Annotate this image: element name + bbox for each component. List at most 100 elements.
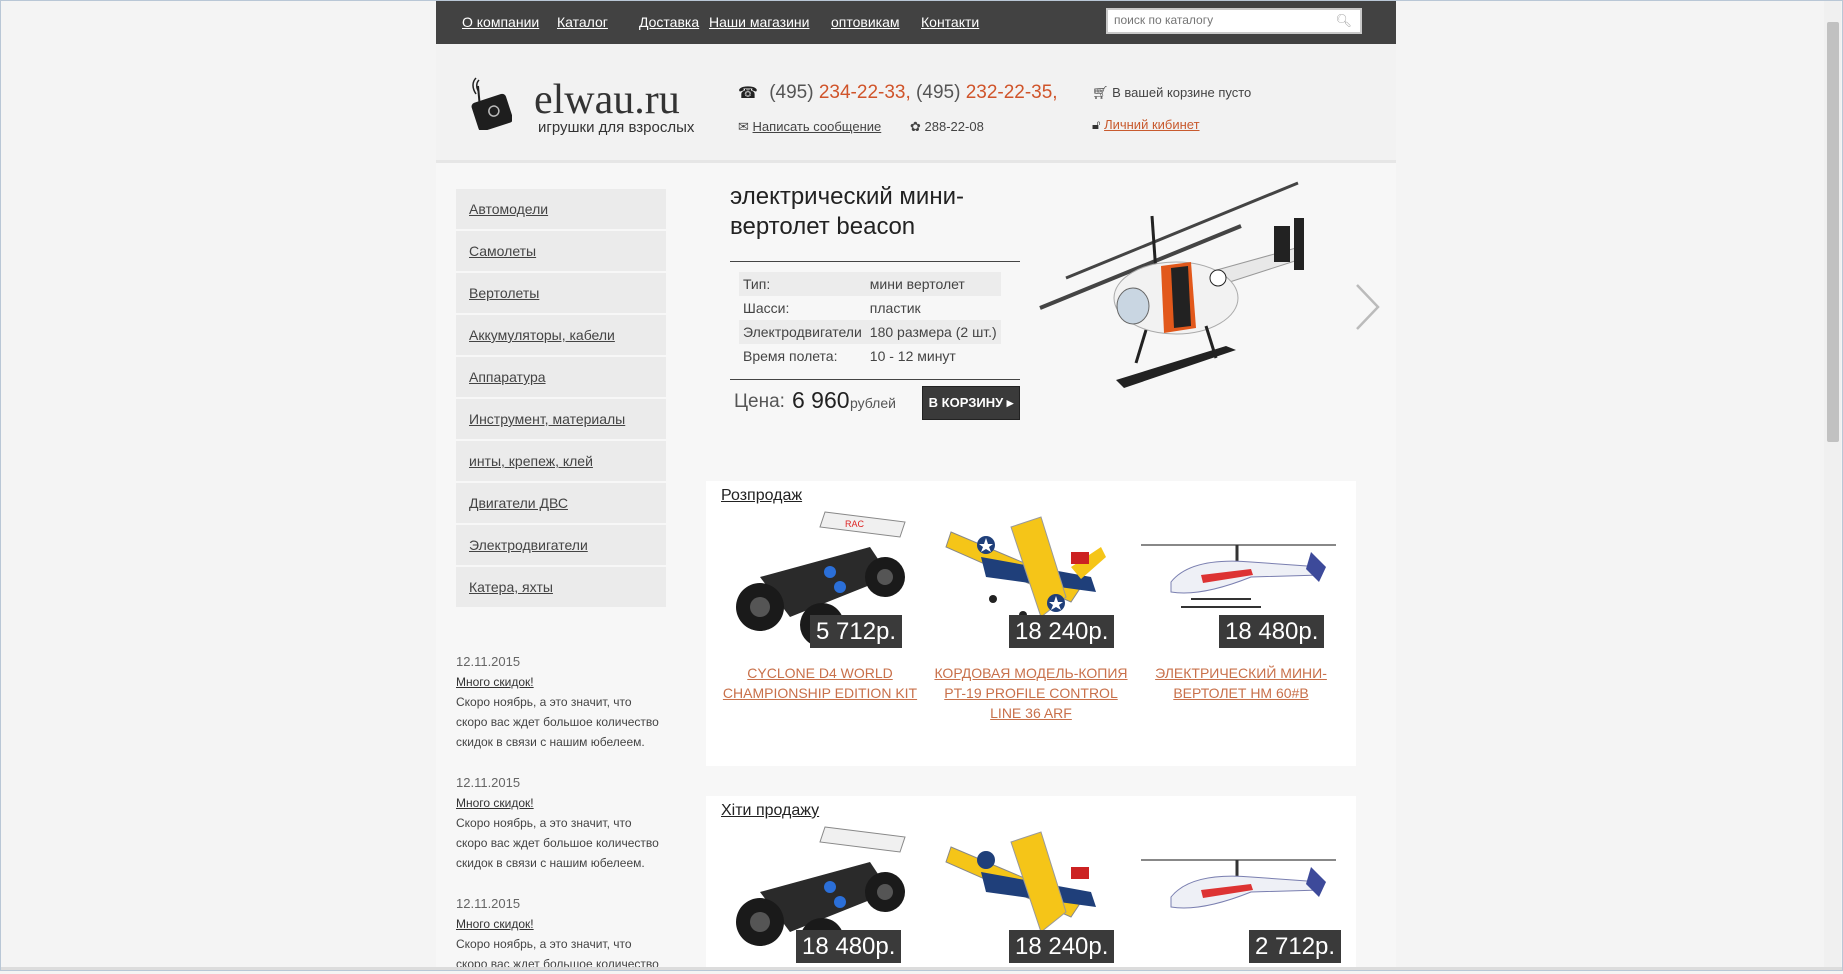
cart-text: В вашей корзине пусто [1112, 85, 1252, 100]
news-date: 12.11.2015 [456, 896, 521, 911]
sidebar-item-label[interactable]: Вертолеты [469, 285, 539, 301]
news-title-link[interactable]: Много скидок! [456, 917, 534, 931]
news-date: 12.11.2015 [456, 775, 521, 790]
sidebar-item-equipment[interactable]: Аппаратура [456, 357, 666, 397]
product-card[interactable]: 18 240р. КОРДОВАЯ МОДЕЛЬ-КОПИЯ PT-19 PRO… [931, 507, 1131, 757]
nav-link-stores[interactable]: Наши магазини [709, 14, 809, 30]
product-card[interactable]: 18 240р. [931, 822, 1131, 972]
logo-icon[interactable] [466, 72, 512, 130]
news-title-link[interactable]: Много скидок! [456, 796, 534, 810]
icq-number: 288-22-08 [924, 119, 984, 134]
price-badge: 18 240р. [1009, 615, 1115, 648]
wing-decal: RAC [845, 519, 865, 529]
phone-code-2: (495) [916, 82, 961, 103]
spec-value: мини вертолет [865, 272, 1001, 296]
logo-subtitle: игрушки для взрослых [538, 119, 695, 136]
price-badge: 18 240р. [1009, 930, 1115, 963]
sidebar-item-engines[interactable]: Двигатели ДВС [456, 483, 666, 523]
sidebar-item-tools[interactable]: Инструмент, материалы [456, 399, 666, 439]
logo-text[interactable]: elwau.ru [534, 76, 680, 124]
price-badge: 2 712р. [1249, 930, 1342, 963]
scrollbar-thumb[interactable] [1827, 22, 1839, 442]
write-message-link[interactable]: Написать сообщение [753, 119, 882, 134]
product-card[interactable]: 18 480р. ЭЛЕКТРИЧЕСКИЙ МИНИ-ВЕРТОЛЕТ НМ … [1141, 507, 1341, 757]
nav-link-contacts[interactable]: Контакти [921, 14, 979, 30]
news-title-link[interactable]: Много скидок! [456, 675, 534, 689]
sidebar-item-boats[interactable]: Катера, яхты [456, 567, 666, 607]
sidebar-item-fasteners[interactable]: инты, крепеж, клей [456, 441, 666, 481]
sidebar-item-label[interactable]: Аккумуляторы, кабели [469, 327, 615, 343]
nav-link-catalog[interactable]: Каталог [557, 14, 608, 30]
sidebar-item-label[interactable]: Катера, яхты [469, 579, 553, 595]
price-badge: 18 480р. [796, 930, 902, 963]
add-to-cart-button[interactable]: В КОРЗИНУ ▸ [922, 386, 1020, 420]
featured-title[interactable]: электрический мини-вертолет beacon [730, 182, 1030, 242]
phone-number-1: 234-22-33, [818, 82, 911, 103]
nav-link-about[interactable]: О компании [462, 14, 539, 30]
nav-link-wholesale[interactable]: оптовикам [831, 14, 900, 30]
search-icon[interactable]: 🔍︎ [1335, 13, 1352, 29]
spec-row: Шасси: пластик [739, 296, 1001, 320]
price-value: 6 960 [792, 387, 850, 413]
hits-block: Хіти продажу 18 480р. 18 240р. 2 712р. [706, 796, 1356, 971]
product-card[interactable]: 18 480р. [720, 822, 920, 972]
spec-row: Электродвигатели 180 размера (2 шт.) [739, 320, 1001, 344]
top-nav: О компании Каталог Доставка Наши магазин… [436, 0, 1396, 44]
product-card[interactable]: RAC 5 712р. CYCLONE D4 WORLD CHAMPIONSHI… [720, 507, 920, 757]
news-text: Скоро ноябрь, а это значит, что скоро ва… [456, 816, 659, 870]
header: elwau.ru игрушки для взрослых ☎︎ (495) 2… [436, 44, 1396, 163]
spec-row: Время полета: 10 - 12 минут [739, 344, 1001, 368]
sidebar-item-label[interactable]: Самолеты [469, 243, 536, 259]
helicopter-image[interactable] [1036, 178, 1321, 403]
icq-flower-icon: ✿ [910, 119, 921, 134]
sidebar-item-helicopters[interactable]: Вертолеты [456, 273, 666, 313]
sidebar-item-batteries[interactable]: Аккумуляторы, кабели [456, 315, 666, 355]
cabinet-wrap: 🔓︎ Личний кибинет [1092, 117, 1200, 133]
product-name-link[interactable]: CYCLONE D4 WORLD CHAMPIONSHIP EDITION KI… [720, 663, 920, 703]
sale-title-link[interactable]: Розпродаж [721, 487, 802, 505]
phone-number-2: 232-22-35, [965, 82, 1058, 103]
page: О компании Каталог Доставка Наши магазин… [436, 0, 1396, 971]
news-item: 12.11.2015 Много скидок! Скоро ноябрь, а… [456, 652, 666, 752]
sidebar-item-label[interactable]: Двигатели ДВС [469, 495, 568, 511]
spec-key: Шасси: [743, 300, 790, 316]
cart-icon: 🛒︎ [1092, 85, 1109, 100]
spec-key: Время полета: [743, 348, 838, 364]
sidebar-item-label[interactable]: Инструмент, материалы [469, 411, 625, 427]
message-link-wrap: ✉︎ Написать сообщение [738, 119, 881, 135]
chevron-right-icon[interactable] [1352, 282, 1382, 332]
spec-key: Электродвигатели [739, 320, 866, 344]
sidebar-item-cars[interactable]: Автомодели [456, 189, 666, 229]
hits-title-link[interactable]: Хіти продажу [721, 802, 819, 820]
sidebar-item-label[interactable]: Автомодели [469, 201, 548, 217]
price-badge: 5 712р. [810, 615, 903, 648]
arrow-right-icon: ▸ [1006, 395, 1014, 410]
specs-table: Тип: мини вертолет Шасси: пластик Электрод… [739, 272, 1001, 368]
price-currency: рублей [850, 395, 896, 411]
product-card[interactable]: 2 712р. [1141, 822, 1342, 972]
spec-key: Тип: [739, 272, 866, 296]
divider [730, 261, 1020, 262]
spec-value: 10 - 12 минут [869, 348, 956, 364]
sidebar-item-label[interactable]: инты, крепеж, клей [469, 453, 593, 469]
personal-cabinet-link[interactable]: Личний кибинет [1104, 117, 1199, 132]
phone-code-1: (495) [769, 82, 814, 103]
horizontal-scrollbar[interactable] [0, 967, 1843, 971]
search-input[interactable] [1108, 10, 1340, 30]
sidebar-item-motors[interactable]: Электродвигатели [456, 525, 666, 565]
news-item: 12.11.2015 Много скидок! Скоро ноябрь, а… [456, 894, 666, 974]
sidebar-menu: Автомодели Самолеты Вертолеты Аккумулято… [456, 189, 666, 609]
phone-icon: ☎︎ [738, 85, 758, 102]
nav-link-delivery[interactable]: Доставка [639, 14, 699, 30]
envelope-icon: ✉︎ [738, 119, 749, 134]
product-name-link[interactable]: КОРДОВАЯ МОДЕЛЬ-КОПИЯ PT-19 PROFILE CONT… [931, 663, 1131, 723]
sidebar-item-label[interactable]: Электродвигатели [469, 537, 588, 553]
sidebar-item-label[interactable]: Аппаратура [469, 369, 546, 385]
spec-value: 180 размера (2 шт.) [865, 320, 1001, 344]
cart-status[interactable]: 🛒︎ В вашей корзине пусто [1092, 85, 1251, 101]
sidebar-item-planes[interactable]: Самолеты [456, 231, 666, 271]
product-name-link[interactable]: ЭЛЕКТРИЧЕСКИЙ МИНИ-ВЕРТОЛЕТ НМ 60#В [1141, 663, 1341, 703]
price-label: Цена: [734, 391, 785, 412]
search-box: 🔍︎ [1106, 8, 1362, 34]
unlock-icon: 🔓︎ [1092, 117, 1101, 132]
